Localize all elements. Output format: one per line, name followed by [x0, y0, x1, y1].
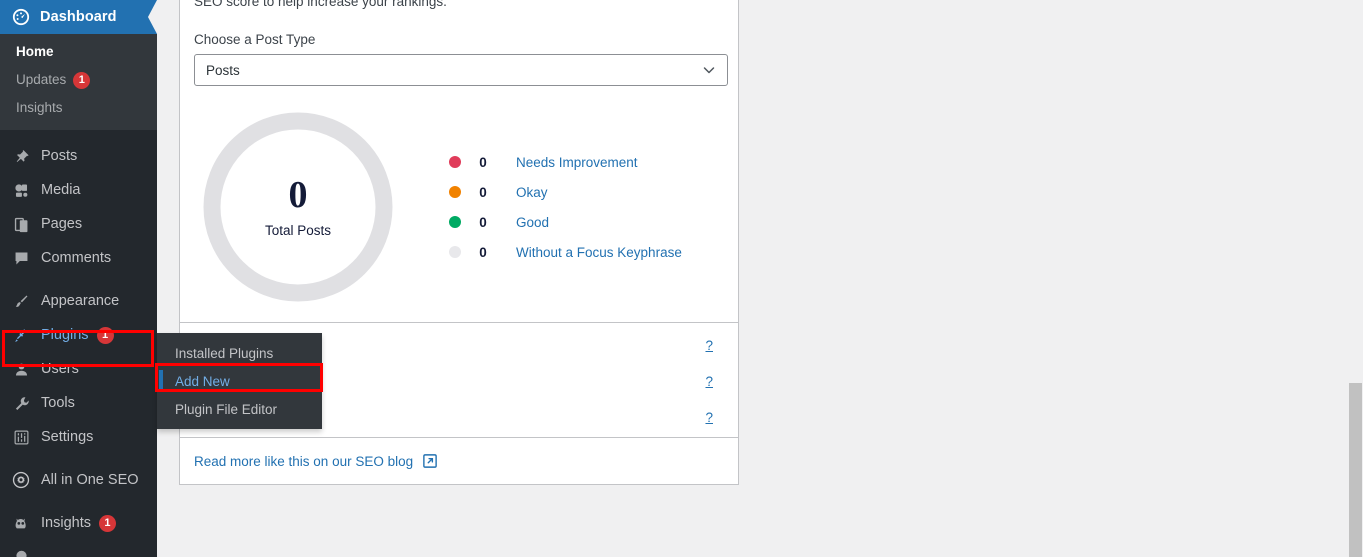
admin-sidebar: Dashboard Home Updates 1 Insights Posts	[0, 0, 157, 557]
sidebar-item-all-in-one-seo[interactable]: All in One SEO	[0, 463, 157, 497]
sidebar-item-media[interactable]: Media	[0, 173, 157, 207]
main-content: SEO score to help increase your rankings…	[157, 0, 1363, 557]
page-scrollbar[interactable]	[1347, 0, 1363, 557]
chevron-down-icon	[703, 64, 715, 76]
wrench-icon	[10, 395, 32, 412]
sidebar-separator-3	[0, 454, 157, 463]
donut-center-label: Total Posts	[264, 223, 332, 238]
pin-icon	[10, 148, 32, 165]
legend-label: Okay	[516, 184, 548, 200]
tip-help-link[interactable]: ?	[705, 410, 713, 425]
comment-icon	[10, 250, 32, 267]
submenu-item-insights[interactable]: Insights	[0, 94, 157, 122]
tip-help-link[interactable]: ?	[705, 338, 713, 353]
submenu-label: Updates	[16, 72, 67, 87]
post-type-select[interactable]: Posts	[194, 54, 728, 86]
legend-dot-icon	[449, 156, 461, 168]
seo-score-chart: 0 Total Posts 0 Needs Improvement 0 Okay…	[194, 86, 724, 322]
sidebar-item-label: Insights	[41, 515, 91, 531]
sidebar-item-label: All in One SEO	[41, 472, 139, 488]
sidebar-item-tools[interactable]: Tools	[0, 386, 157, 420]
sidebar-item-insights[interactable]: Insights 1	[0, 506, 157, 540]
intro-text: SEO score to help increase your rankings…	[194, 0, 447, 9]
tip-help-link[interactable]: ?	[705, 374, 713, 389]
settings-icon	[10, 429, 32, 446]
submenu-item-updates[interactable]: Updates 1	[0, 66, 157, 94]
legend-dot-icon	[449, 246, 461, 258]
user-icon	[10, 361, 32, 378]
seo-blog-link[interactable]: Read more like this on our SEO blog	[194, 438, 724, 484]
insights-badge: 1	[98, 514, 116, 532]
plugins-update-badge: 1	[96, 326, 114, 344]
legend-label: Needs Improvement	[516, 154, 638, 170]
sidebar-separator-1	[0, 130, 157, 139]
sidebar-item-label: Comments	[41, 250, 112, 266]
sidebar-item-plugins[interactable]: Plugins 1	[0, 318, 157, 352]
legend-item-without-focus-keyphrase[interactable]: 0 Without a Focus Keyphrase	[449, 237, 682, 267]
chart-legend: 0 Needs Improvement 0 Okay 0 Good 0 With…	[449, 147, 682, 267]
flyout-item-plugin-file-editor[interactable]: Plugin File Editor	[157, 395, 322, 423]
sidebar-separator-4	[0, 497, 157, 506]
legend-label: Without a Focus Keyphrase	[516, 244, 682, 260]
sidebar-item-label: Users	[41, 361, 79, 377]
dashboard-submenu: Home Updates 1 Insights	[0, 34, 157, 130]
submenu-item-home[interactable]: Home	[0, 38, 157, 66]
legend-dot-icon	[449, 216, 461, 228]
sidebar-item-label: Pages	[41, 216, 83, 232]
seo-blog-link-label: Read more like this on our SEO blog	[194, 453, 414, 469]
legend-dot-icon	[449, 186, 461, 198]
sidebar-item-partial-bottom[interactable]	[0, 540, 157, 557]
sidebar-item-users[interactable]: Users	[0, 352, 157, 386]
sidebar-item-settings[interactable]: Settings	[0, 420, 157, 454]
sidebar-item-dashboard[interactable]: Dashboard	[0, 0, 157, 34]
post-type-label: Choose a Post Type	[194, 32, 316, 47]
sidebar-item-posts[interactable]: Posts	[0, 139, 157, 173]
sidebar-item-comments[interactable]: Comments	[0, 241, 157, 275]
legend-count: 0	[479, 244, 487, 260]
paintbrush-icon	[10, 293, 32, 310]
sidebar-item-appearance[interactable]: Appearance	[0, 284, 157, 318]
updates-badge: 1	[73, 71, 91, 89]
sidebar-item-label: Tools	[41, 395, 75, 411]
sidebar-separator-2	[0, 275, 157, 284]
legend-label: Good	[516, 214, 550, 230]
sidebar-active-arrow	[148, 0, 157, 34]
plug-icon	[10, 327, 32, 344]
media-icon	[10, 182, 32, 199]
submenu-label: Insights	[16, 100, 63, 115]
sidebar-item-label: Media	[41, 182, 81, 198]
plugins-flyout-submenu: Installed Plugins Add New Plugin File Ed…	[157, 333, 322, 429]
sidebar-item-label: Appearance	[41, 293, 120, 309]
flyout-item-label: Plugin File Editor	[175, 401, 278, 417]
external-link-icon	[423, 454, 437, 468]
legend-count: 0	[479, 184, 487, 200]
legend-count: 0	[479, 154, 487, 170]
donut-center: 0 Total Posts	[199, 176, 397, 238]
legend-count: 0	[479, 214, 487, 230]
sidebar-item-pages[interactable]: Pages	[0, 207, 157, 241]
flyout-item-add-new[interactable]: Add New	[157, 367, 322, 395]
submenu-label: Home	[16, 44, 54, 59]
aioseo-icon	[10, 471, 32, 489]
legend-item-needs-improvement[interactable]: 0 Needs Improvement	[449, 147, 682, 177]
flyout-item-label: Add New	[175, 373, 230, 389]
legend-item-good[interactable]: 0 Good	[449, 207, 682, 237]
screen-root: Dashboard Home Updates 1 Insights Posts	[0, 0, 1363, 557]
circle-icon	[10, 549, 32, 557]
scrollbar-thumb[interactable]	[1349, 383, 1362, 557]
monsterinsights-icon	[10, 514, 32, 532]
flyout-item-label: Installed Plugins	[175, 345, 274, 361]
total-posts-donut: 0 Total Posts	[199, 108, 397, 306]
post-type-value: Posts	[206, 62, 240, 78]
flyout-item-installed-plugins[interactable]: Installed Plugins	[157, 339, 322, 367]
legend-item-okay[interactable]: 0 Okay	[449, 177, 682, 207]
donut-center-value: 0	[288, 174, 308, 216]
sidebar-item-label: Dashboard	[40, 9, 117, 25]
sidebar-item-label: Settings	[41, 429, 94, 445]
sidebar-item-label: Plugins	[41, 327, 89, 343]
sidebar-item-label: Posts	[41, 148, 78, 164]
pages-icon	[10, 216, 32, 233]
dashboard-icon	[10, 8, 32, 26]
